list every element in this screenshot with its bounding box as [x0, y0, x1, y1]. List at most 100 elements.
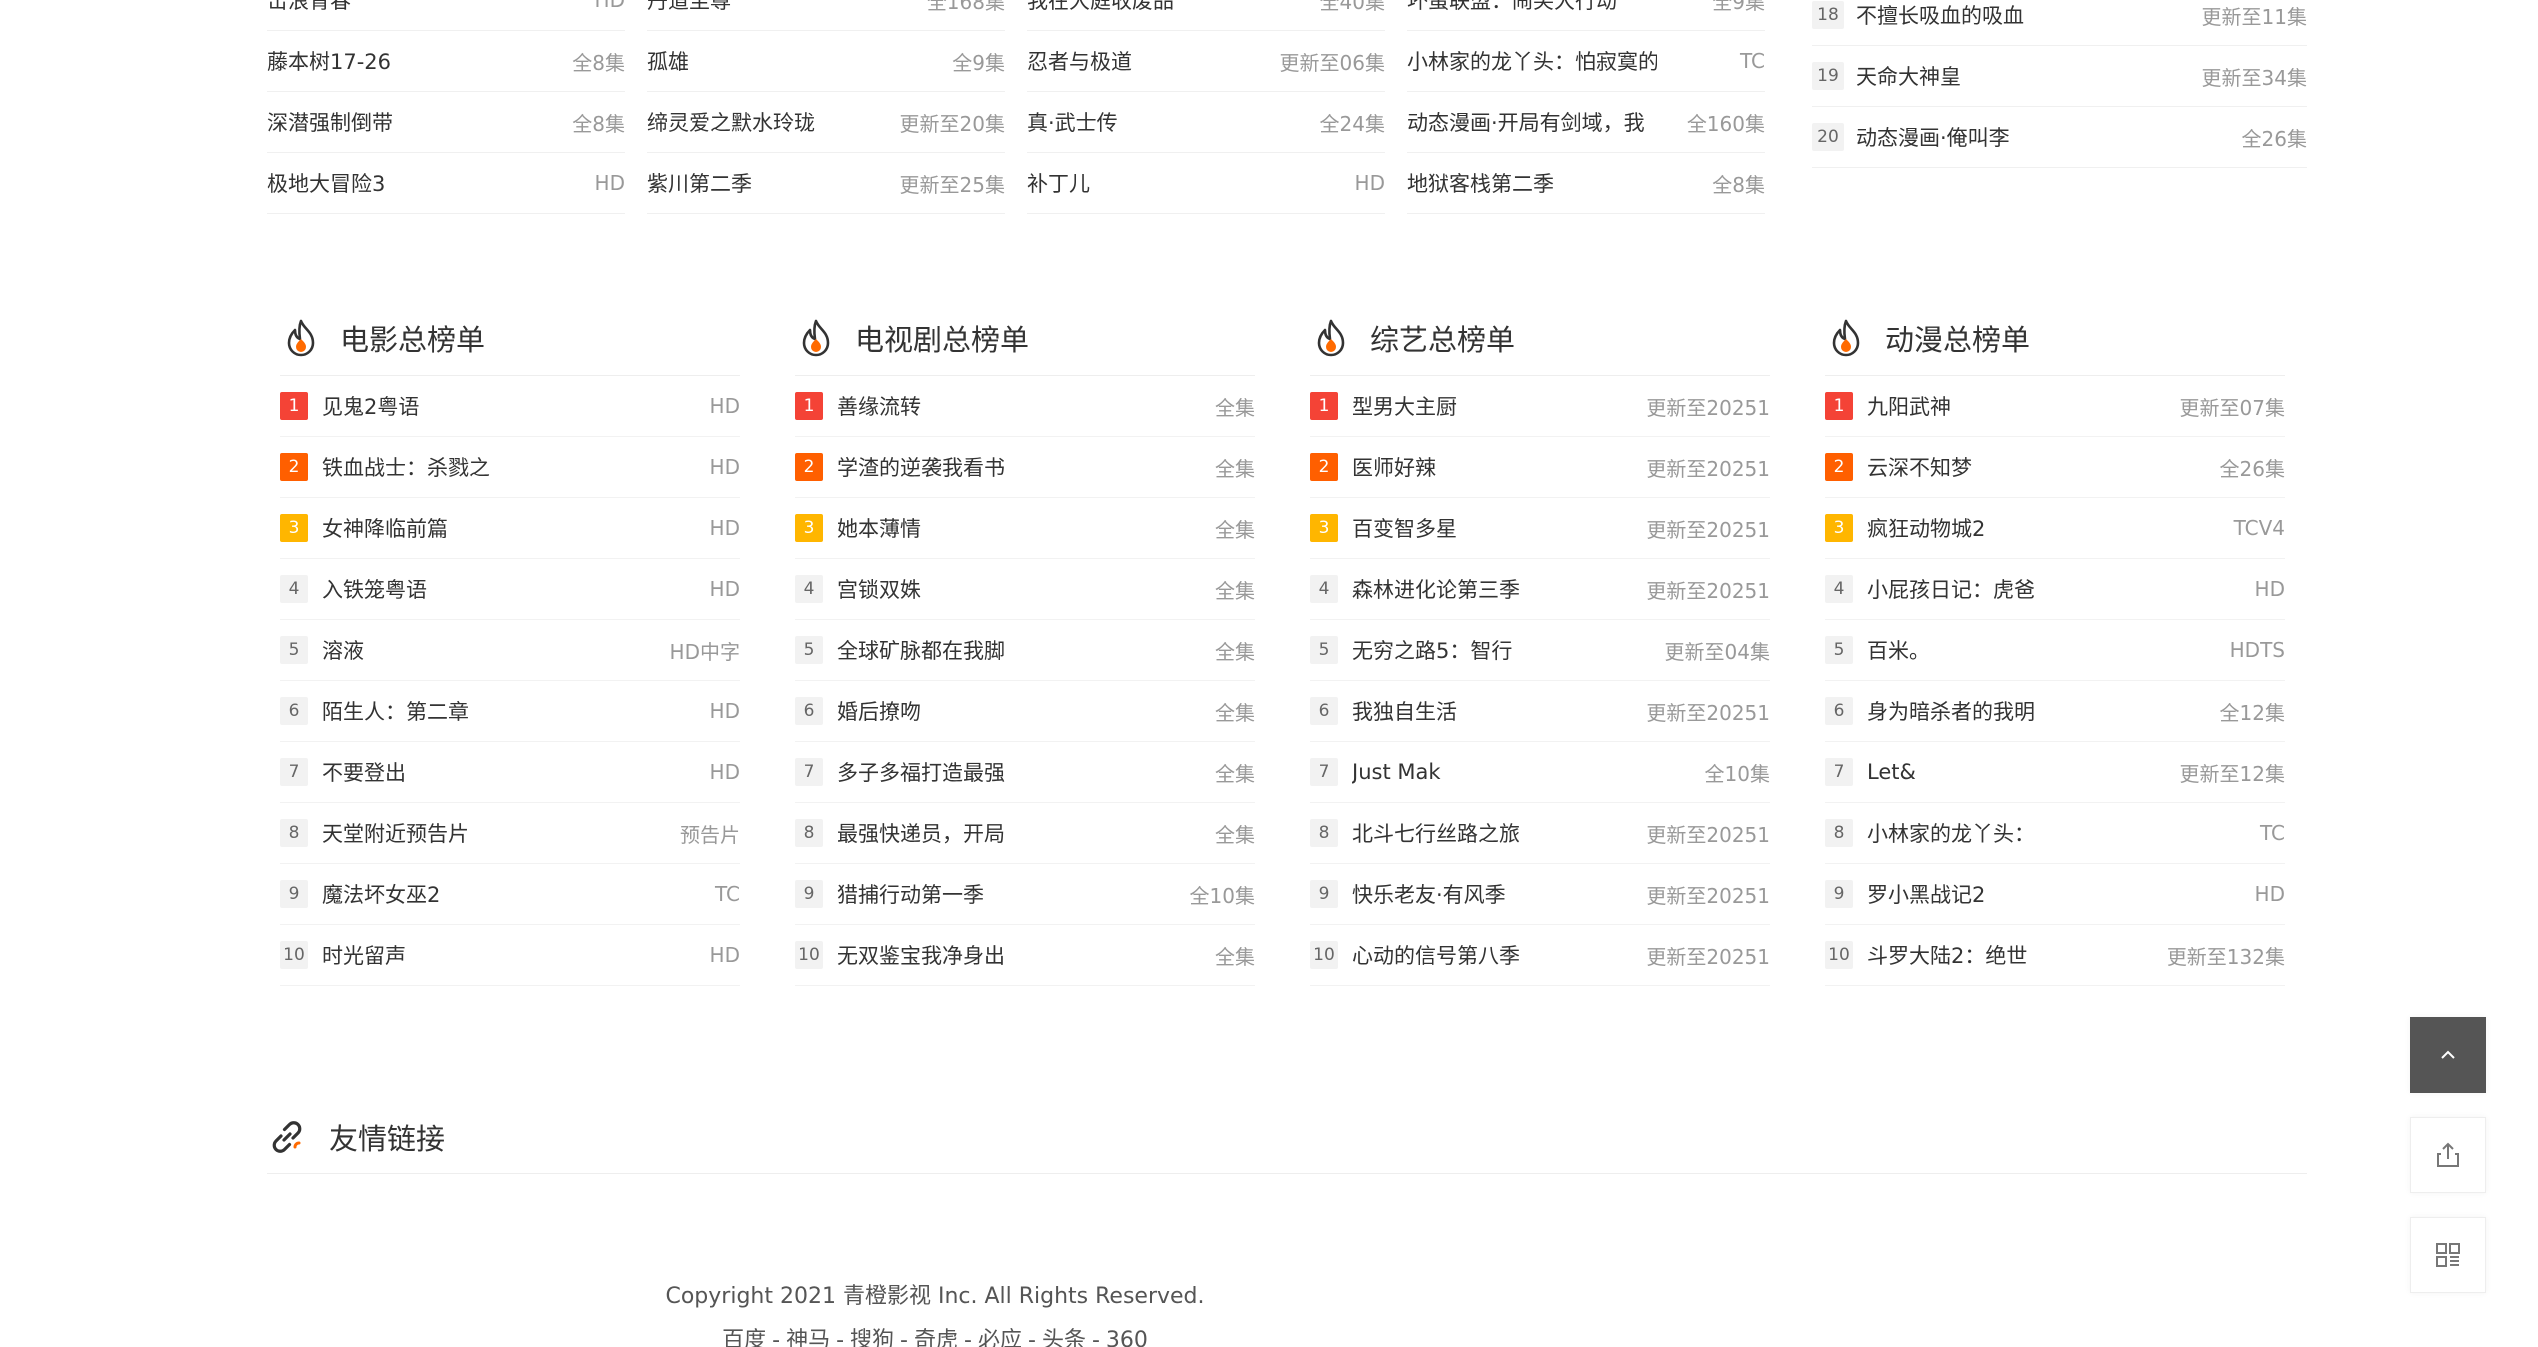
rank-item[interactable]: 3 她本薄情 全集	[795, 498, 1255, 559]
item-status: 全12集	[2219, 700, 2285, 725]
rank-item[interactable]: 5 无穷之路5：智行 更新至04集	[1310, 620, 1770, 681]
board-header: 电影总榜单	[280, 300, 740, 376]
footer-link[interactable]: 360	[1106, 1328, 1148, 1347]
item-title: 击浪青春	[267, 0, 351, 13]
rank-item[interactable]: 9 魔法坏女巫2 TC	[280, 864, 740, 925]
rank-item[interactable]: 4 入铁笼粤语 HD	[280, 559, 740, 620]
rank-item[interactable]: 10 无双鉴宝我净身出 全集	[795, 925, 1255, 986]
rank-item[interactable]: 2 医师好辣 更新至20251	[1310, 437, 1770, 498]
rank-item[interactable]: 10 时光留声 HD	[280, 925, 740, 986]
share-button[interactable]	[2410, 1117, 2486, 1193]
rank-item[interactable]: 6 我独自生活 更新至20251	[1310, 681, 1770, 742]
rank-board: 电视剧总榜单 1 善缘流转 全集 2 学渣的逆袭我看书 全集 3 她本薄情 全集 4 宫锁双姝 全集 5 全…	[795, 300, 1255, 986]
footer-link[interactable]: 百度	[722, 1328, 766, 1347]
item-title: 天命大神皇	[1856, 65, 1961, 89]
list-item[interactable]: 丹道至尊 全168集	[647, 0, 1005, 31]
list-item[interactable]: 忍者与极道 更新至06集	[1027, 31, 1385, 92]
list-item[interactable]: 真·武士传 全24集	[1027, 92, 1385, 153]
rank-item[interactable]: 1 善缘流转 全集	[795, 376, 1255, 437]
rank-item[interactable]: 9 猎捕行动第一季 全10集	[795, 864, 1255, 925]
rank-item[interactable]: 8 天堂附近预告片 预告片	[280, 803, 740, 864]
list-item[interactable]: 深潜强制倒带 全8集	[267, 92, 625, 153]
rank-number: 5	[1310, 636, 1338, 664]
item-status: HD	[709, 760, 740, 784]
rank-item[interactable]: 5 溶液 HD中字	[280, 620, 740, 681]
rank-item[interactable]: 1 见鬼2粤语 HD	[280, 376, 740, 437]
item-title: 铁血战士：杀戮之	[322, 456, 490, 480]
rank-item[interactable]: 7 不要登出 HD	[280, 742, 740, 803]
list-item[interactable]: 藤本树17-26 全8集	[267, 31, 625, 92]
list-item[interactable]: 地狱客栈第二季 全8集	[1407, 153, 1765, 214]
rank-item[interactable]: 8 小林家的龙丫头： TC	[1825, 803, 2285, 864]
item-status: 全集	[1215, 822, 1255, 847]
rank-item[interactable]: 8 最强快递员，开局 全集	[795, 803, 1255, 864]
list-item[interactable]: 小林家的龙丫头：怕寂寞的 TC	[1407, 31, 1765, 92]
rank-item[interactable]: 7 多子多福打造最强 全集	[795, 742, 1255, 803]
rank-item[interactable]: 6 婚后撩吻 全集	[795, 681, 1255, 742]
rank-item[interactable]: 4 宫锁双姝 全集	[795, 559, 1255, 620]
footer-link[interactable]: 奇虎	[914, 1328, 958, 1347]
list-item[interactable]: 孤雄 全9集	[647, 31, 1005, 92]
rank-item[interactable]: 6 身为暗杀者的我明 全12集	[1825, 681, 2285, 742]
rank-item[interactable]: 1 型男大主厨 更新至20251	[1310, 376, 1770, 437]
item-status: 更新至12集	[2179, 761, 2285, 786]
rank-item[interactable]: 5 全球矿脉都在我脚 全集	[795, 620, 1255, 681]
list-item[interactable]: 紫川第二季 更新至25集	[647, 153, 1005, 214]
rank-item[interactable]: 4 森林进化论第三季 更新至20251	[1310, 559, 1770, 620]
item-status: 全9集	[952, 50, 1005, 75]
rank-item[interactable]: 7 Let& 更新至12集	[1825, 742, 2285, 803]
rank-item[interactable]: 9 罗小黑战记2 HD	[1825, 864, 2285, 925]
list-item[interactable]: 坏蛋联盟：闹笑大行动 全9集	[1407, 0, 1765, 31]
rank-item[interactable]: 1 九阳武神 更新至07集	[1825, 376, 2285, 437]
rank-item[interactable]: 6 陌生人：第二章 HD	[280, 681, 740, 742]
item-title: 疯狂动物城2	[1867, 517, 1986, 541]
list-item[interactable]: 补丁儿 HD	[1027, 153, 1385, 214]
qrcode-button[interactable]	[2410, 1217, 2486, 1293]
item-title: 罗小黑战记2	[1867, 883, 1986, 907]
back-to-top-button[interactable]	[2410, 1017, 2486, 1093]
rank-number: 3	[280, 514, 308, 542]
rank-item[interactable]: 7 Just Mak 全10集	[1310, 742, 1770, 803]
friendly-links-header: 友情链接	[267, 1100, 2307, 1174]
list-item[interactable]: 击浪青春 HD	[267, 0, 625, 31]
item-status: 全集	[1215, 517, 1255, 542]
rank-number: 4	[280, 575, 308, 603]
item-title: 多子多福打造最强	[837, 761, 1005, 785]
rank-item[interactable]: 19 天命大神皇 更新至34集	[1812, 46, 2307, 107]
footer-link[interactable]: 神马	[786, 1328, 830, 1347]
rank-item[interactable]: 3 百变智多星 更新至20251	[1310, 498, 1770, 559]
rank-item[interactable]: 4 小屁孩日记：虎爸 HD	[1825, 559, 2285, 620]
rank-number: 4	[1825, 575, 1853, 603]
item-status: 全集	[1215, 395, 1255, 420]
rank-item[interactable]: 2 学渣的逆袭我看书 全集	[795, 437, 1255, 498]
fire-icon	[1317, 319, 1345, 356]
rank-item[interactable]: 10 斗罗大陆2：绝世 更新至132集	[1825, 925, 2285, 986]
rank-item[interactable]: 10 心动的信号第八季 更新至20251	[1310, 925, 1770, 986]
item-status: 全集	[1215, 700, 1255, 725]
rank-item[interactable]: 20 动态漫画·俺叫李 全26集	[1812, 107, 2307, 168]
item-title: 真·武士传	[1027, 111, 1118, 135]
rank-item[interactable]: 8 北斗七行丝路之旅 更新至20251	[1310, 803, 1770, 864]
list-item[interactable]: 我在大庭收废品 全40集	[1027, 0, 1385, 31]
footer-link[interactable]: 必应	[978, 1328, 1022, 1347]
rank-item[interactable]: 5 百米。 HDTS	[1825, 620, 2285, 681]
item-status: 全9集	[1712, 0, 1765, 14]
footer-link[interactable]: 头条	[1042, 1328, 1086, 1347]
footer-separator: -	[1091, 1328, 1100, 1347]
list-item[interactable]: 缔灵爱之默水玲珑 更新至20集	[647, 92, 1005, 153]
rank-number: 8	[280, 819, 308, 847]
item-status: 更新至20251	[1646, 944, 1770, 969]
rank-item[interactable]: 9 快乐老友·有风季 更新至20251	[1310, 864, 1770, 925]
rank-item[interactable]: 2 云深不知梦 全26集	[1825, 437, 2285, 498]
rank-item[interactable]: 3 疯狂动物城2 TCV4	[1825, 498, 2285, 559]
item-title: 猎捕行动第一季	[837, 883, 984, 907]
list-item[interactable]: 动态漫画·开局有剑域，我 全160集	[1407, 92, 1765, 153]
rank-item[interactable]: 3 女神降临前篇 HD	[280, 498, 740, 559]
item-status: 更新至25集	[899, 172, 1005, 197]
rank-number: 4	[1310, 575, 1338, 603]
list-item[interactable]: 极地大冒险3 HD	[267, 153, 625, 214]
link-icon	[272, 1120, 302, 1153]
rank-item[interactable]: 2 铁血战士：杀戮之 HD	[280, 437, 740, 498]
footer-link[interactable]: 搜狗	[850, 1328, 894, 1347]
rank-item[interactable]: 18 不擅长吸血的吸血 更新至11集	[1812, 0, 2307, 46]
